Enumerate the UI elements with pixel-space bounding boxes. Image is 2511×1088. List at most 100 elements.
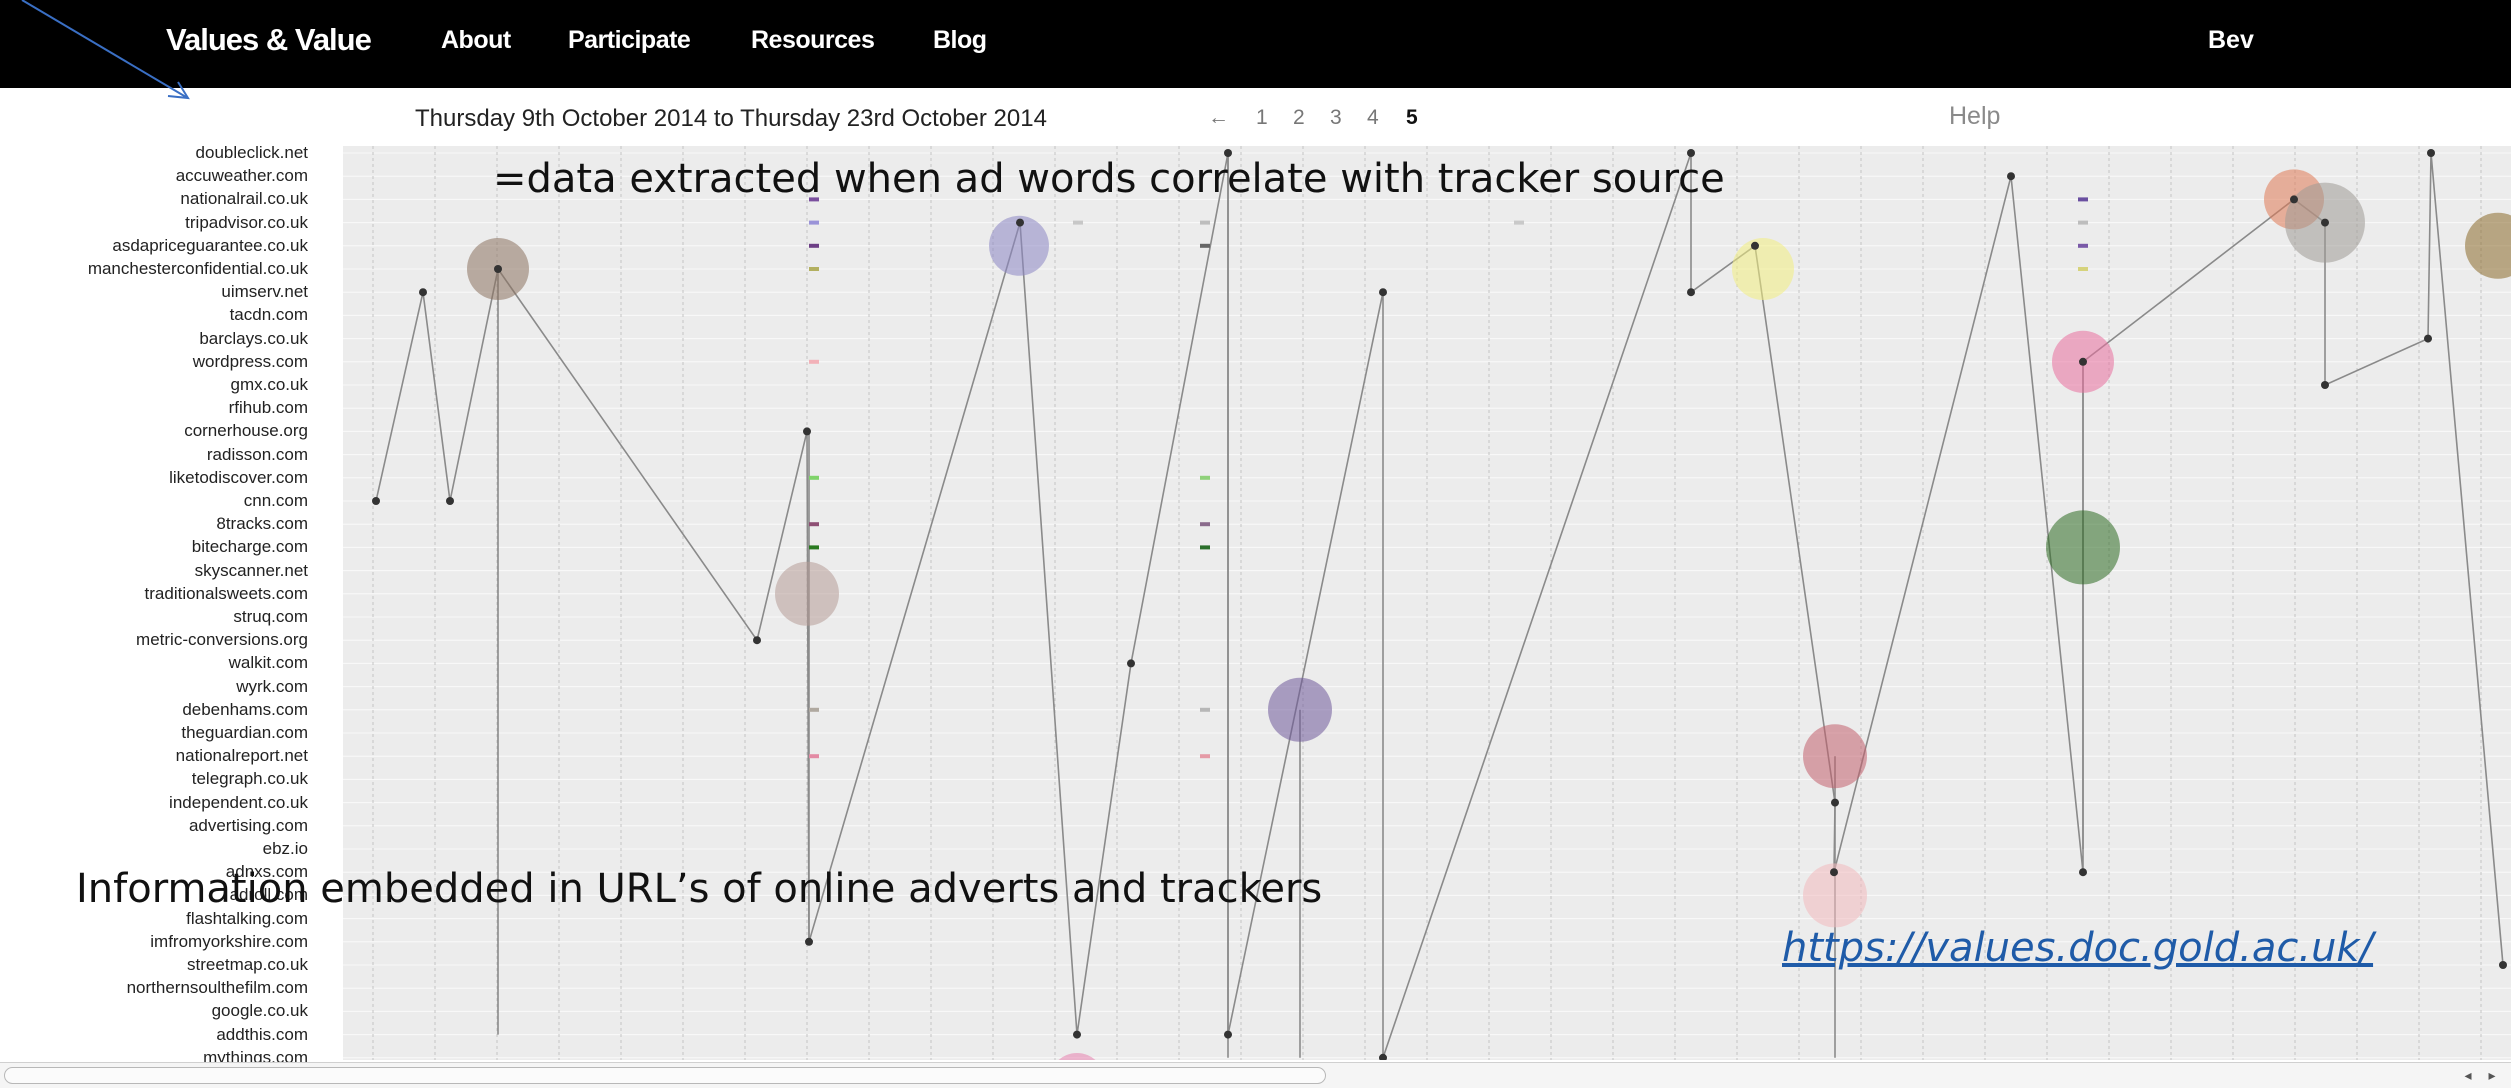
site-label[interactable]: struq.com (0, 607, 308, 627)
site-label[interactable]: debenhams.com (0, 700, 308, 720)
site-label[interactable]: nationalreport.net (0, 746, 308, 766)
nav-blog[interactable]: Blog (933, 26, 987, 55)
nav-about[interactable]: About (441, 26, 511, 55)
page-link-2[interactable]: 2 (1293, 106, 1305, 130)
tracker-tick-mark (809, 220, 819, 225)
visit-point (1379, 1053, 1387, 1060)
visit-point (1224, 1030, 1232, 1039)
site-label[interactable]: radisson.com (0, 445, 308, 465)
tracker-tick-mark (2078, 243, 2088, 248)
horizontal-scrollbar[interactable]: ◂ ▸ (0, 1062, 2511, 1088)
visit-point (805, 937, 813, 946)
timeline-svg (343, 146, 2511, 1060)
tracker-tick-mark (2078, 220, 2088, 225)
site-label[interactable]: accuweather.com (0, 166, 308, 186)
prev-page-arrow[interactable]: ← (1208, 106, 1229, 130)
page-link-5-current[interactable]: 5 (1406, 106, 1418, 130)
site-label[interactable]: metric-conversions.org (0, 630, 308, 650)
tracker-tick-mark (809, 545, 819, 550)
site-label[interactable]: theguardian.com (0, 723, 308, 743)
user-menu[interactable]: Bev (2208, 26, 2254, 55)
tracker-bubble (1732, 238, 1794, 300)
page-link-4[interactable]: 4 (1367, 106, 1379, 130)
visit-point (2499, 961, 2507, 969)
date-toolbar: Thursday 9th October 2014 to Thursday 23… (0, 88, 2511, 148)
site-label[interactable]: telegraph.co.uk (0, 769, 308, 789)
date-range-label: Thursday 9th October 2014 to Thursday 23… (415, 105, 1047, 132)
site-label[interactable]: bitecharge.com (0, 537, 308, 557)
visit-point (1687, 288, 1695, 297)
tracker-tick-mark (1514, 220, 1524, 225)
site-label[interactable]: independent.co.uk (0, 793, 308, 813)
visit-point (1830, 868, 1838, 877)
site-label[interactable]: traditionalsweets.com (0, 584, 308, 604)
visit-path-line (375, 152, 2504, 1059)
tracker-tick-mark (809, 522, 819, 527)
tracker-tick-mark (2078, 197, 2088, 202)
site-label[interactable]: cnn.com (0, 491, 308, 511)
visit-point (2290, 195, 2298, 204)
visit-point (2321, 381, 2329, 389)
site-label[interactable]: skyscanner.net (0, 561, 308, 581)
tracker-bubble (1268, 677, 1332, 742)
tracker-bubble (1803, 724, 1867, 789)
scroll-right-icon[interactable]: ▸ (2482, 1065, 2502, 1085)
visit-point (1751, 241, 1759, 250)
site-label[interactable]: 8tracks.com (0, 514, 308, 534)
tracker-bubble (1058, 1053, 1096, 1060)
site-label[interactable]: barclays.co.uk (0, 329, 308, 349)
site-label[interactable]: gmx.co.uk (0, 375, 308, 395)
site-label[interactable]: advertising.com (0, 816, 308, 836)
tracker-timeline-chart (343, 146, 2511, 1060)
site-label[interactable]: doubleclick.net (0, 143, 308, 163)
site-label[interactable]: northernsoulthefilm.com (0, 978, 308, 998)
nav-resources[interactable]: Resources (751, 26, 875, 55)
page-link-1[interactable]: 1 (1256, 106, 1268, 130)
site-label[interactable]: ebz.io (0, 839, 308, 859)
visit-point (1016, 218, 1024, 227)
visit-point (2079, 357, 2087, 366)
site-label[interactable]: walkit.com (0, 653, 308, 673)
page-link-3[interactable]: 3 (1330, 106, 1342, 130)
tracker-tick-mark (809, 359, 819, 364)
site-label[interactable]: asdapriceguarantee.co.uk (0, 236, 308, 256)
visit-point (2321, 218, 2329, 227)
tracker-tick-mark (1200, 754, 1210, 759)
visit-point (446, 497, 454, 505)
visit-point (1073, 1030, 1081, 1039)
site-label[interactable]: addthis.com (0, 1025, 308, 1045)
values-site-link[interactable]: https://values.doc.gold.ac.uk/ (1782, 925, 2373, 971)
site-label[interactable]: uimserv.net (0, 282, 308, 302)
visit-point (803, 427, 811, 436)
visit-point (2007, 172, 2015, 181)
top-navbar: Values & Value About Participate Resourc… (0, 0, 2511, 88)
site-label[interactable]: manchesterconfidential.co.uk (0, 259, 308, 279)
site-label[interactable]: cornerhouse.org (0, 421, 308, 441)
scrollbar-thumb[interactable] (4, 1067, 1326, 1084)
site-label[interactable]: tripadvisor.co.uk (0, 213, 308, 233)
tracker-tick-mark (1200, 220, 1210, 225)
tracker-tick-mark (2078, 267, 2088, 271)
tracker-tick-mark (1200, 475, 1210, 480)
nav-participate[interactable]: Participate (568, 26, 691, 55)
site-label[interactable]: wordpress.com (0, 352, 308, 372)
site-label[interactable]: streetmap.co.uk (0, 955, 308, 975)
tracker-tick-mark (1200, 522, 1210, 527)
scroll-left-icon[interactable]: ◂ (2458, 1065, 2478, 1085)
site-label[interactable]: liketodiscover.com (0, 468, 308, 488)
site-label[interactable]: nationalrail.co.uk (0, 189, 308, 209)
site-label[interactable]: tacdn.com (0, 305, 308, 325)
tracker-tick-mark (809, 754, 819, 759)
site-label[interactable]: imfromyorkshire.com (0, 932, 308, 952)
visit-point (753, 636, 761, 645)
site-label[interactable]: rfihub.com (0, 398, 308, 418)
tracker-tick-mark (1200, 545, 1210, 550)
annotation-bottom-caption: Information embedded in URL’s of online … (76, 866, 1323, 912)
visit-point (1831, 798, 1839, 807)
annotation-top-caption: =data extracted when ad words correlate … (493, 156, 1725, 202)
tracker-tick-mark (809, 243, 819, 248)
site-label[interactable]: wyrk.com (0, 677, 308, 697)
help-link[interactable]: Help (1949, 102, 2000, 131)
site-label[interactable]: google.co.uk (0, 1001, 308, 1021)
tracker-bubble (2046, 510, 2120, 585)
